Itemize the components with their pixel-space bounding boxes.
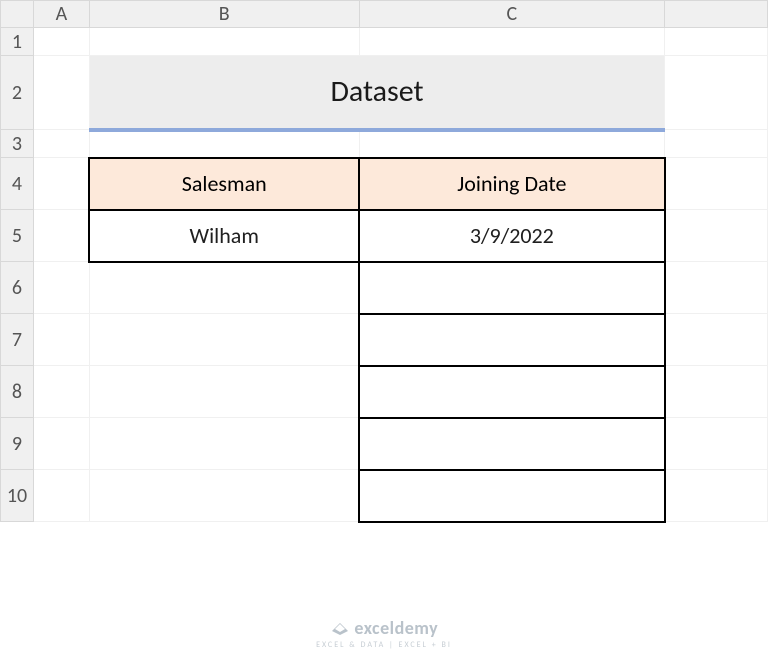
row-header-3[interactable]: 3	[1, 130, 34, 158]
col-header-D[interactable]	[665, 1, 768, 28]
cell-A4[interactable]	[33, 158, 89, 210]
exceldemy-logo-icon	[330, 617, 350, 642]
cell-A1[interactable]	[33, 28, 89, 56]
cell-D2[interactable]	[665, 56, 768, 130]
row-header-10[interactable]: 10	[1, 470, 34, 522]
cell-joining-date-3[interactable]	[359, 314, 665, 366]
cell-joining-date-4[interactable]	[359, 366, 665, 418]
col-header-A[interactable]: A	[33, 1, 89, 28]
cell-joining-date-2[interactable]	[359, 262, 665, 314]
cell-D10[interactable]	[665, 470, 768, 522]
select-all-corner[interactable]	[1, 1, 34, 28]
cell-salesman-1[interactable]: Wilham	[89, 210, 359, 262]
row-header-2[interactable]: 2	[1, 56, 34, 130]
cell-A9[interactable]	[33, 418, 89, 470]
cell-joining-date-1[interactable]: 3/9/2022	[359, 210, 665, 262]
col-header-C[interactable]: C	[359, 1, 665, 28]
table-header-joining-date[interactable]: Joining Date	[359, 158, 665, 210]
row-header-7[interactable]: 7	[1, 314, 34, 366]
cell-joining-date-5[interactable]	[359, 418, 665, 470]
spreadsheet-grid: A B C 1 2 Dataset 3 4 Salesman Joining D…	[0, 0, 768, 523]
watermark: exceldemy EXCEL & DATA | EXCEL + BI	[0, 617, 768, 650]
cell-A2[interactable]	[33, 56, 89, 130]
cell-C1[interactable]	[359, 28, 665, 56]
cell-B7[interactable]	[89, 314, 359, 366]
row-header-6[interactable]: 6	[1, 262, 34, 314]
row-header-1[interactable]: 1	[1, 28, 34, 56]
cell-D6[interactable]	[665, 262, 768, 314]
cell-D5[interactable]	[665, 210, 768, 262]
cell-D7[interactable]	[665, 314, 768, 366]
cell-B8[interactable]	[89, 366, 359, 418]
cell-B1[interactable]	[89, 28, 359, 56]
watermark-sub: EXCEL & DATA | EXCEL + BI	[0, 640, 768, 650]
cell-D9[interactable]	[665, 418, 768, 470]
title-cell[interactable]: Dataset	[89, 56, 664, 130]
cell-C3[interactable]	[359, 130, 665, 158]
cell-A7[interactable]	[33, 314, 89, 366]
cell-A8[interactable]	[33, 366, 89, 418]
cell-B9[interactable]	[89, 418, 359, 470]
cell-A6[interactable]	[33, 262, 89, 314]
row-header-9[interactable]: 9	[1, 418, 34, 470]
watermark-brand: exceldemy	[354, 617, 438, 639]
cell-A3[interactable]	[33, 130, 89, 158]
row-header-5[interactable]: 5	[1, 210, 34, 262]
cell-B3[interactable]	[89, 130, 359, 158]
cell-A10[interactable]	[33, 470, 89, 522]
cell-D4[interactable]	[665, 158, 768, 210]
col-header-B[interactable]: B	[89, 1, 359, 28]
cell-D8[interactable]	[665, 366, 768, 418]
row-header-8[interactable]: 8	[1, 366, 34, 418]
cell-B6[interactable]	[89, 262, 359, 314]
table-header-salesman[interactable]: Salesman	[89, 158, 359, 210]
cell-joining-date-6[interactable]	[359, 470, 665, 522]
cell-D3[interactable]	[665, 130, 768, 158]
cell-A5[interactable]	[33, 210, 89, 262]
cell-D1[interactable]	[665, 28, 768, 56]
cell-B10[interactable]	[89, 470, 359, 522]
row-header-4[interactable]: 4	[1, 158, 34, 210]
